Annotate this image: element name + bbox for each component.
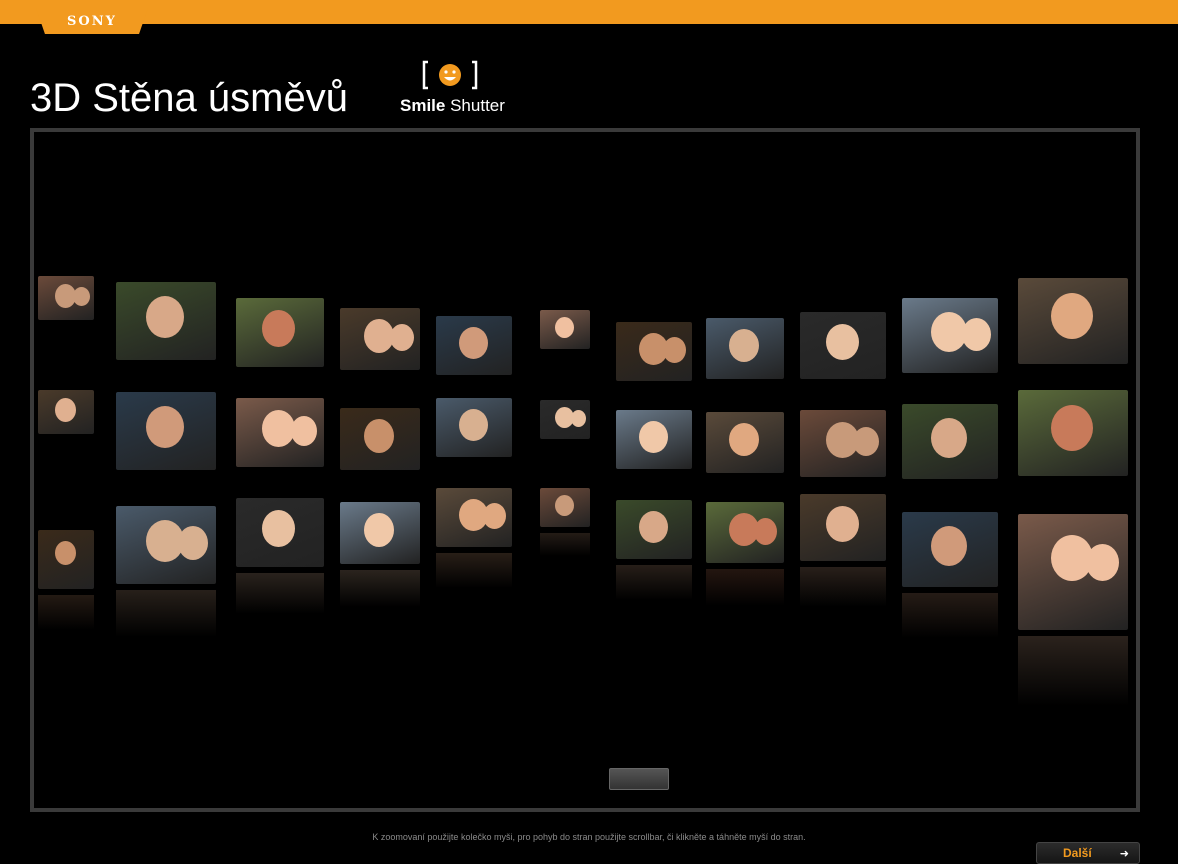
photo-face (146, 296, 184, 338)
wall-photo[interactable] (616, 500, 692, 559)
wall-photo[interactable] (116, 282, 216, 360)
photo-reflection (902, 593, 998, 638)
photo-face (663, 337, 686, 363)
wall-photo[interactable] (616, 322, 692, 381)
page-title: 3D Stěna úsměvů (30, 76, 348, 120)
photo-reflection (540, 533, 590, 556)
photo-face (853, 427, 879, 456)
photo-face (364, 419, 394, 453)
photo-face (1086, 544, 1119, 581)
wall-photo[interactable] (116, 392, 216, 470)
wall-photo[interactable] (800, 312, 886, 379)
next-button-label: Další (1063, 846, 1092, 860)
smile-shutter-logo: Smile Shutter (400, 60, 510, 120)
wall-photo[interactable] (436, 488, 512, 547)
wall-photo[interactable] (1018, 390, 1128, 476)
wall-photo[interactable] (38, 276, 94, 320)
wall-photo[interactable] (1018, 278, 1128, 364)
wall-photo[interactable] (706, 412, 784, 473)
photo-face (178, 526, 208, 560)
wall-photo[interactable] (1018, 514, 1128, 630)
wall-photo[interactable] (436, 316, 512, 375)
wall-photo[interactable] (236, 298, 324, 367)
photo-reflection (38, 595, 94, 630)
wall-photo[interactable] (902, 512, 998, 587)
photo-face (459, 327, 488, 359)
photo-face (555, 495, 574, 516)
sony-logo: SONY (36, 8, 148, 34)
photo-face (146, 406, 184, 448)
photo-face (483, 503, 506, 529)
photo-reflection (800, 567, 886, 607)
photo-face (639, 421, 668, 453)
photo-face (459, 409, 488, 441)
wall-photo[interactable] (436, 398, 512, 457)
photo-reflection (436, 553, 512, 588)
wall-photo[interactable] (340, 308, 420, 370)
wall-photo[interactable] (706, 318, 784, 379)
wall-photo[interactable] (38, 530, 94, 589)
next-button[interactable]: Další ➜ (1036, 842, 1140, 864)
photo-face (931, 418, 967, 458)
photo-face (962, 318, 991, 351)
photo-face (73, 287, 90, 306)
photo-wall[interactable] (34, 132, 1136, 808)
horizontal-scrollbar[interactable] (609, 768, 669, 790)
photo-reflection (706, 569, 784, 606)
smile-wall-viewer[interactable] (30, 128, 1140, 812)
photo-face (729, 329, 759, 362)
photo-reflection (116, 590, 216, 637)
photo-reflection (616, 565, 692, 600)
usage-hint: K zoomovaní použijte kolečko myši, pro p… (372, 832, 806, 842)
wall-photo[interactable] (902, 298, 998, 373)
photo-reflection (236, 573, 324, 614)
wall-photo[interactable] (540, 488, 590, 527)
smile-word: Smile (400, 96, 446, 115)
shutter-word: Shutter (450, 96, 505, 115)
smile-face-icon (422, 60, 478, 90)
photo-face (571, 410, 586, 427)
wall-photo[interactable] (800, 494, 886, 561)
photo-face (639, 511, 668, 543)
photo-face (55, 541, 76, 565)
smile-shutter-text: Smile Shutter (400, 96, 505, 116)
photo-face (262, 510, 295, 547)
wall-photo[interactable] (236, 498, 324, 567)
photo-face (826, 324, 859, 360)
wall-photo[interactable] (340, 502, 420, 564)
wall-photo[interactable] (616, 410, 692, 469)
photo-reflection (1018, 636, 1128, 706)
arrow-right-icon: ➜ (1119, 846, 1129, 860)
photo-face (55, 398, 76, 422)
wall-photo[interactable] (340, 408, 420, 470)
photo-face (390, 324, 414, 351)
photo-face (1051, 405, 1093, 451)
photo-face (262, 310, 295, 347)
wall-photo[interactable] (902, 404, 998, 479)
wall-photo[interactable] (800, 410, 886, 477)
photo-face (754, 518, 777, 545)
top-brand-bar (0, 0, 1178, 24)
photo-face (291, 416, 317, 446)
photo-face (555, 317, 574, 338)
photo-face (826, 506, 859, 542)
photo-face (931, 526, 967, 566)
wall-photo[interactable] (116, 506, 216, 584)
photo-face (364, 513, 394, 547)
wall-photo[interactable] (540, 400, 590, 439)
sony-logo-text: SONY (67, 13, 117, 29)
wall-photo[interactable] (236, 398, 324, 467)
wall-photo[interactable] (706, 502, 784, 563)
photo-face (1051, 293, 1093, 339)
wall-photo[interactable] (38, 390, 94, 434)
wall-photo[interactable] (540, 310, 590, 349)
photo-face (729, 423, 759, 456)
photo-reflection (340, 570, 420, 607)
photo-face (262, 410, 295, 447)
